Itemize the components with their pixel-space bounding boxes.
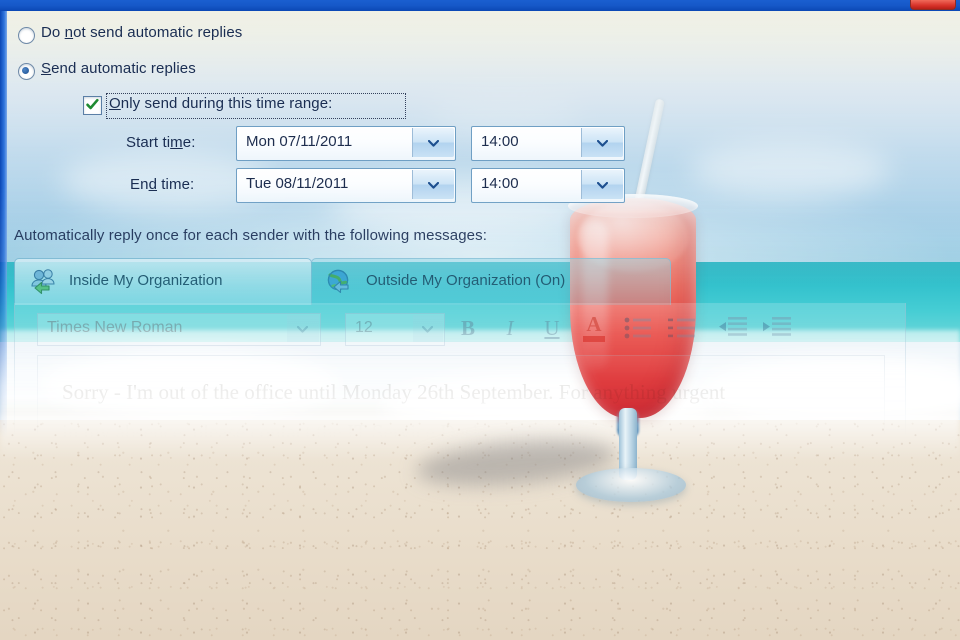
automatic-replies-dialog: Do not send automatic replies Send autom…	[0, 0, 960, 470]
globe-reply-icon	[324, 269, 358, 295]
font-size-combo[interactable]: 12	[345, 313, 445, 346]
font-name-dropdown-button[interactable]	[287, 315, 319, 342]
start-date-value: Mon 07/11/2011	[246, 133, 353, 150]
start-time-dropdown-button[interactable]	[581, 128, 623, 157]
tab-outside-my-organization[interactable]: Outside My Organization (On)	[311, 258, 671, 305]
instruction-text: Automatically reply once for each sender…	[14, 227, 487, 244]
font-color-button[interactable]: A	[577, 311, 611, 345]
message-line-2: in my absence, please contact the IT Ser…	[62, 420, 489, 444]
tab-label: Outside My Organization (On)	[366, 272, 566, 289]
message-editor-pane: Times New Roman 12 B I U A Sorry - I'm o…	[14, 303, 906, 469]
start-date-dropdown-button[interactable]	[412, 128, 454, 157]
message-body-input[interactable]: Sorry - I'm out of the office until Mond…	[37, 355, 885, 466]
font-size-value: 12	[355, 319, 373, 336]
chevron-down-icon	[596, 181, 608, 189]
underline-icon: U	[544, 315, 560, 340]
start-date-combo[interactable]: Mon 07/11/2011	[236, 126, 456, 161]
radio-do-not-send[interactable]	[18, 27, 35, 44]
increase-indent-button[interactable]	[759, 311, 793, 345]
chevron-down-icon	[297, 325, 308, 333]
end-time-dropdown-button[interactable]	[581, 170, 623, 199]
window-titlebar[interactable]	[0, 0, 960, 11]
underline-button[interactable]: U	[535, 311, 569, 345]
tab-inside-my-organization[interactable]: Inside My Organization	[14, 258, 312, 305]
close-icon[interactable]	[910, 0, 956, 10]
bullet-list-icon	[624, 317, 651, 339]
message-tabs: Inside My Organization Outside My Organi…	[14, 258, 714, 305]
end-date-combo[interactable]: Tue 08/11/2011	[236, 168, 456, 203]
end-date-dropdown-button[interactable]	[412, 170, 454, 199]
label-do-not-send: Do not send automatic replies	[41, 24, 243, 41]
chevron-down-icon	[422, 325, 433, 333]
italic-icon: I	[506, 315, 514, 340]
chevron-down-icon	[427, 181, 439, 189]
font-size-dropdown-button[interactable]	[413, 315, 443, 342]
window-frame-left	[0, 11, 7, 470]
bullet-list-button[interactable]	[621, 311, 655, 345]
end-time-value: 14:00	[481, 175, 519, 192]
decrease-indent-icon	[719, 317, 747, 336]
end-time-combo[interactable]: 14:00	[471, 168, 625, 203]
label-send-automatic-replies: Send automatic replies	[41, 60, 196, 77]
font-color-swatch	[583, 336, 605, 342]
radio-send-automatic-replies[interactable]	[18, 63, 35, 80]
decrease-indent-button[interactable]	[715, 311, 749, 345]
numbered-list-button[interactable]	[665, 311, 699, 345]
glass-foot	[576, 468, 686, 502]
chevron-down-icon	[596, 139, 608, 147]
start-time-combo[interactable]: 14:00	[471, 126, 625, 161]
bold-button[interactable]: B	[451, 311, 485, 345]
tab-label: Inside My Organization	[69, 272, 223, 289]
start-time-value: 14:00	[481, 133, 519, 150]
end-date-value: Tue 08/11/2011	[246, 175, 349, 192]
increase-indent-icon	[763, 317, 791, 336]
label-end-time: End time:	[130, 176, 195, 193]
checkmark-icon	[86, 98, 99, 110]
people-reply-icon	[27, 269, 61, 295]
chevron-down-icon	[427, 139, 439, 147]
bold-icon: B	[460, 315, 475, 340]
font-name-combo[interactable]: Times New Roman	[37, 313, 321, 346]
checkbox-only-send-time-range[interactable]	[83, 96, 102, 115]
formatting-toolbar: Times New Roman 12 B I U A	[15, 303, 905, 351]
message-line-1: Sorry - I'm out of the office until Mond…	[62, 380, 726, 404]
numbered-list-icon	[668, 318, 695, 338]
screenshot-root: Do not send automatic replies Send autom…	[0, 0, 960, 640]
font-name-value: Times New Roman	[47, 319, 183, 336]
label-only-send-time-range: Only send during this time range:	[109, 95, 333, 112]
label-start-time: Start time:	[126, 134, 196, 151]
italic-button[interactable]: I	[493, 311, 527, 345]
